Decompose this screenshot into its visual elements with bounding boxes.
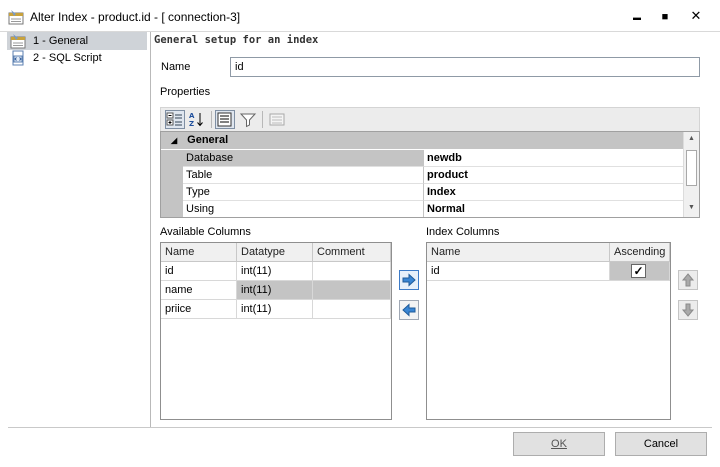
ok-label: OK	[551, 438, 567, 450]
table-cell[interactable]: ✓	[610, 262, 670, 281]
list-icon	[217, 112, 232, 127]
arrow-right-icon	[402, 273, 416, 287]
move-down-button[interactable]	[678, 300, 698, 320]
collapse-icon: ◢	[171, 136, 178, 145]
column-header-ascending[interactable]: Ascending	[610, 243, 670, 262]
title-bar: Alter Index - product.id - [ connection-…	[0, 0, 720, 32]
alphabetical-button[interactable]: AZ	[187, 110, 207, 129]
arrow-left-icon	[402, 303, 416, 317]
property-scrollbar[interactable]: ▲ ▼	[683, 132, 699, 217]
minimize-button[interactable]: ▬	[624, 6, 650, 26]
properties-label: Properties	[160, 86, 211, 98]
divider	[8, 427, 712, 428]
index-columns-table: Name Ascending id ✓	[426, 242, 671, 420]
table-cell[interactable]	[313, 281, 391, 300]
table-cell[interactable]	[313, 300, 391, 319]
table-cell[interactable]: id	[427, 262, 610, 281]
name-label: Name	[161, 61, 191, 73]
property-row[interactable]: Using Normal	[161, 201, 684, 217]
property-row[interactable]: Table product	[161, 167, 684, 184]
available-columns-table: Name Datatype Comment id int(11) name in…	[160, 242, 392, 420]
maximize-button[interactable]: ■	[652, 6, 678, 26]
sidebar: 1 - General 2 - SQL Script	[1, 32, 151, 427]
sidebar-item-general[interactable]: 1 - General	[7, 32, 147, 50]
filter-icon	[239, 113, 257, 128]
column-header-name[interactable]: Name	[427, 243, 610, 262]
script-icon	[12, 50, 24, 66]
table-cell[interactable]: int(11)	[237, 262, 313, 281]
scroll-down-icon[interactable]: ▼	[688, 204, 695, 211]
property-grid: ◢ General Database newdb Table product Type…	[160, 131, 700, 218]
sidebar-item-label: 2 - SQL Script	[33, 52, 102, 64]
categorized-button[interactable]	[165, 110, 185, 129]
svg-text:A: A	[189, 112, 195, 120]
scroll-up-icon[interactable]: ▲	[688, 135, 695, 142]
page-icon	[269, 113, 285, 126]
property-row[interactable]: Type Index	[161, 184, 684, 201]
column-header-comment[interactable]: Comment	[313, 243, 391, 262]
column-header-name[interactable]: Name	[161, 243, 237, 262]
index-columns-label: Index Columns	[426, 226, 500, 238]
general-icon	[10, 34, 26, 49]
remove-column-button[interactable]	[399, 300, 419, 320]
table-cell[interactable]: priice	[161, 300, 237, 319]
filter-button[interactable]	[238, 110, 258, 129]
cancel-button[interactable]: Cancel	[615, 432, 707, 456]
move-up-button[interactable]	[678, 270, 698, 290]
ascending-checkbox[interactable]: ✓	[631, 264, 646, 278]
table-cell[interactable]	[313, 262, 391, 281]
ok-button[interactable]: OK	[513, 432, 605, 456]
property-pages-button[interactable]	[215, 110, 235, 129]
cancel-label: Cancel	[643, 438, 679, 450]
scroll-thumb[interactable]	[686, 150, 697, 186]
property-category[interactable]: ◢ General	[161, 132, 684, 149]
arrow-down-icon	[681, 303, 695, 317]
sidebar-item-sql-script[interactable]: 2 - SQL Script	[7, 49, 147, 67]
available-columns-label: Available Columns	[160, 226, 251, 238]
maximize-icon: ■	[661, 11, 669, 23]
table-cell[interactable]: int(11)	[237, 300, 313, 319]
arrow-up-icon	[681, 273, 695, 287]
table-cell[interactable]: id	[161, 262, 237, 281]
property-row[interactable]: Database newdb	[161, 150, 684, 167]
add-column-button[interactable]	[399, 270, 419, 290]
sidebar-item-label: 1 - General	[33, 35, 89, 47]
name-input[interactable]: id	[230, 57, 700, 77]
index-icon	[8, 10, 24, 25]
table-cell[interactable]: name	[161, 281, 237, 300]
minimize-icon: ▬	[633, 13, 641, 22]
section-title: General setup for an index	[154, 34, 319, 46]
table-cell[interactable]: int(11)	[237, 281, 313, 300]
window-title: Alter Index - product.id - [ connection-…	[30, 10, 241, 24]
svg-text:Z: Z	[189, 120, 194, 128]
properties-toolbar: AZ	[160, 107, 700, 131]
properties-page-button[interactable]	[267, 110, 287, 129]
column-header-datatype[interactable]: Datatype	[237, 243, 313, 262]
close-icon: ✕	[690, 8, 702, 23]
close-button[interactable]: ✕	[683, 6, 709, 26]
sort-az-icon: AZ	[189, 112, 203, 128]
categorized-icon	[166, 112, 182, 126]
